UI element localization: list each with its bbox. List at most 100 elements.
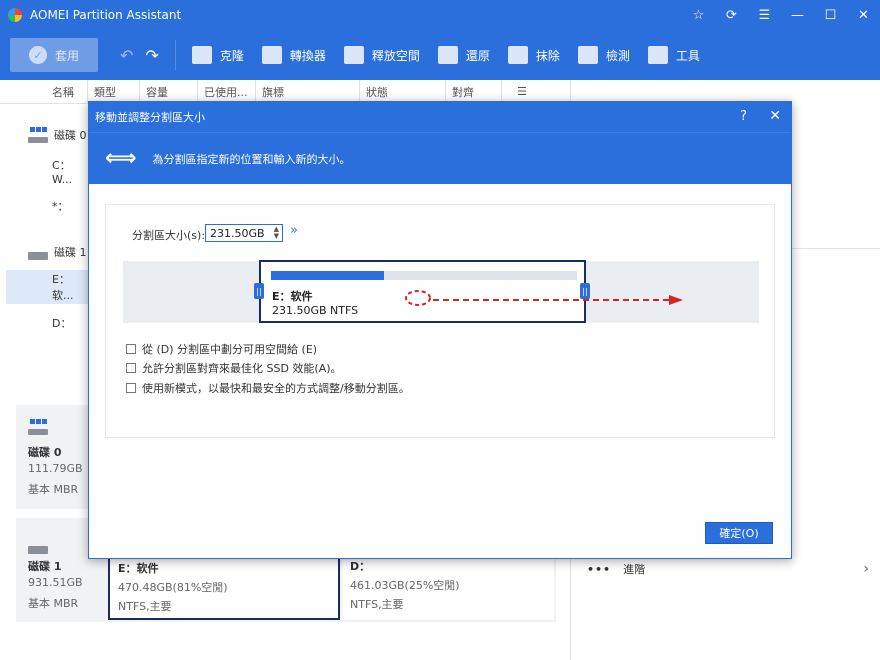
free-space-label: 釋放空間: [371, 48, 420, 63]
convert-button[interactable]: 轉換器: [261, 46, 326, 64]
spinner-icon[interactable]: ▲ ▼: [274, 226, 279, 240]
test-icon: [577, 46, 598, 64]
disk-card-type: 基本 MBR: [28, 483, 79, 496]
title-bar: AOMEI Partition Assistant ☆ ⟳ ☰ — ☐ ✕: [0, 0, 880, 30]
column-align[interactable]: 對齊: [446, 79, 502, 104]
test-label: 檢測: [605, 48, 630, 63]
undo-icon[interactable]: ↶: [120, 46, 133, 65]
column-type[interactable]: 類型: [88, 79, 140, 104]
wipe-button[interactable]: 抹除: [507, 46, 560, 64]
partition-fs: NTFS,主要: [118, 600, 172, 613]
disk-row-1[interactable]: 磁碟 1: [0, 235, 88, 269]
option-label: 允許分割區對齊來最佳化 SSD 效能(A)。: [142, 362, 342, 376]
toolbar-divider: [174, 40, 176, 70]
column-used[interactable]: 已使用...: [198, 79, 256, 104]
redo-icon[interactable]: ↷: [145, 46, 158, 65]
toolbar: ✓ 套用 ↶ ↷ 克隆 轉換器 釋放空間 還原 抹除 檢測 工具: [0, 30, 880, 80]
partition-star-label: *：: [52, 200, 69, 213]
dialog-title: 移動並調整分割區大小: [95, 111, 205, 124]
partition-info: 470.48GB(81%空閒): [118, 581, 228, 594]
left-resize-handle[interactable]: ||: [254, 283, 264, 299]
chevron-right-icon: ›: [863, 561, 869, 577]
tools-label: 工具: [675, 48, 700, 63]
checkbox[interactable]: [126, 363, 136, 374]
maximize-button[interactable]: ☐: [814, 0, 847, 30]
free-space-icon: [343, 46, 364, 64]
option-label: 使用新模式，以最快和最安全的方式調整/移動分割區。: [142, 381, 410, 395]
partition-info: 461.03GB(25%空閒): [350, 579, 460, 592]
disk-icon: [28, 419, 48, 435]
disk-icon: [28, 538, 48, 554]
ok-button[interactable]: 確定(O): [705, 522, 773, 544]
partition-name: D：: [350, 560, 371, 573]
partition-card-d[interactable]: D： 461.03GB(25%空閒) NTFS,主要: [342, 554, 554, 620]
test-button[interactable]: 檢測: [577, 46, 630, 64]
column-menu-icon[interactable]: ☰: [502, 80, 542, 104]
drag-arrow-annotation: [405, 290, 683, 306]
dialog-banner: ⟺ 為分割區指定新的位置和輸入新的大小。: [89, 132, 791, 184]
minimize-button[interactable]: —: [781, 0, 814, 30]
wipe-label: 抹除: [535, 48, 560, 63]
partition-c-label: C：W...: [52, 158, 73, 186]
option-label: 從 (D) 分割區中劃分可用空間給 (E): [142, 342, 318, 356]
partition-row-d[interactable]: D：: [0, 306, 88, 340]
close-button[interactable]: ✕: [847, 0, 880, 30]
checkbox[interactable]: [126, 382, 136, 393]
dialog-title-bar: 移動並調整分割區大小 ? ✕: [89, 102, 791, 132]
refresh-icon[interactable]: ⟳: [715, 0, 748, 30]
dialog-description: 為分割區指定新的位置和輸入新的大小。: [152, 152, 351, 166]
partition-size-value: 231.50GB: [210, 226, 265, 240]
disk-card-size: 111.79GB: [28, 462, 83, 475]
column-flag[interactable]: 旗標: [256, 79, 360, 104]
clone-button[interactable]: 克隆: [191, 46, 244, 64]
app-logo-icon: [8, 8, 22, 22]
star-icon[interactable]: ☆: [682, 0, 715, 30]
partition-size-label: 分割區大小(s):: [132, 229, 206, 242]
resize-panel: 分割區大小(s): 231.50GB ▲ ▼ » E：软件 231.50GB NT…: [105, 204, 775, 438]
partition-name: E：软件: [118, 562, 159, 575]
resize-arrows-icon: ⟺: [105, 146, 137, 171]
partition-row-c[interactable]: C：W...: [0, 154, 88, 188]
partition-track[interactable]: E：软件 231.50GB NTFS || ||: [123, 260, 759, 323]
advanced-label: 進階: [623, 563, 646, 576]
free-space-button[interactable]: 釋放空間: [343, 46, 420, 64]
tools-button[interactable]: 工具: [647, 46, 700, 64]
disk-card-name: 磁碟 0: [28, 446, 62, 459]
convert-label: 轉換器: [289, 48, 326, 63]
disk-card-name: 磁碟 1: [28, 560, 62, 573]
column-name[interactable]: 名稱: [0, 79, 88, 104]
dialog-close-icon[interactable]: ✕: [769, 108, 781, 124]
option-new-mode[interactable]: 使用新模式，以最快和最安全的方式調整/移動分割區。: [126, 378, 410, 398]
column-status[interactable]: 狀態: [360, 79, 446, 104]
tools-icon: [647, 46, 668, 64]
usage-bar: [271, 271, 577, 280]
convert-icon: [261, 46, 282, 64]
partition-row-star[interactable]: *：: [0, 189, 88, 223]
restore-icon: [437, 46, 458, 64]
partition-row-e[interactable]: E：软...: [6, 270, 88, 304]
partition-block-name: E：软件: [272, 290, 313, 303]
checkbox[interactable]: [126, 343, 136, 354]
disk-0-label: 磁碟 0: [54, 129, 87, 142]
partition-e-label: E：软...: [52, 273, 74, 302]
option-allocate-space[interactable]: 從 (D) 分割區中劃分可用空間給 (E): [126, 339, 410, 359]
partition-card-e[interactable]: E：软件 470.48GB(81%空閒) NTFS,主要: [108, 554, 340, 620]
restore-label: 還原: [465, 48, 490, 63]
clone-label: 克隆: [219, 48, 244, 63]
partition-fs: NTFS,主要: [350, 598, 404, 611]
check-icon: ✓: [28, 46, 47, 64]
disk-row-0[interactable]: 磁碟 0: [0, 118, 88, 152]
partition-d-label: D：: [52, 317, 72, 330]
usage-fill: [271, 271, 385, 280]
help-icon[interactable]: ?: [740, 109, 747, 124]
menu-icon[interactable]: ☰: [748, 0, 781, 30]
disk-icon: [28, 127, 48, 143]
column-capacity[interactable]: 容量: [140, 79, 198, 104]
expand-chevrons-icon[interactable]: »: [290, 223, 298, 238]
disk-icon: [28, 244, 48, 260]
option-ssd-align[interactable]: 允許分割區對齊來最佳化 SSD 效能(A)。: [126, 359, 410, 379]
partition-size-input[interactable]: 231.50GB ▲ ▼: [205, 224, 283, 242]
apply-button[interactable]: ✓ 套用: [10, 38, 98, 72]
restore-button[interactable]: 還原: [437, 46, 490, 64]
options-list: 從 (D) 分割區中劃分可用空間給 (E) 允許分割區對齊來最佳化 SSD 效能…: [126, 339, 410, 398]
